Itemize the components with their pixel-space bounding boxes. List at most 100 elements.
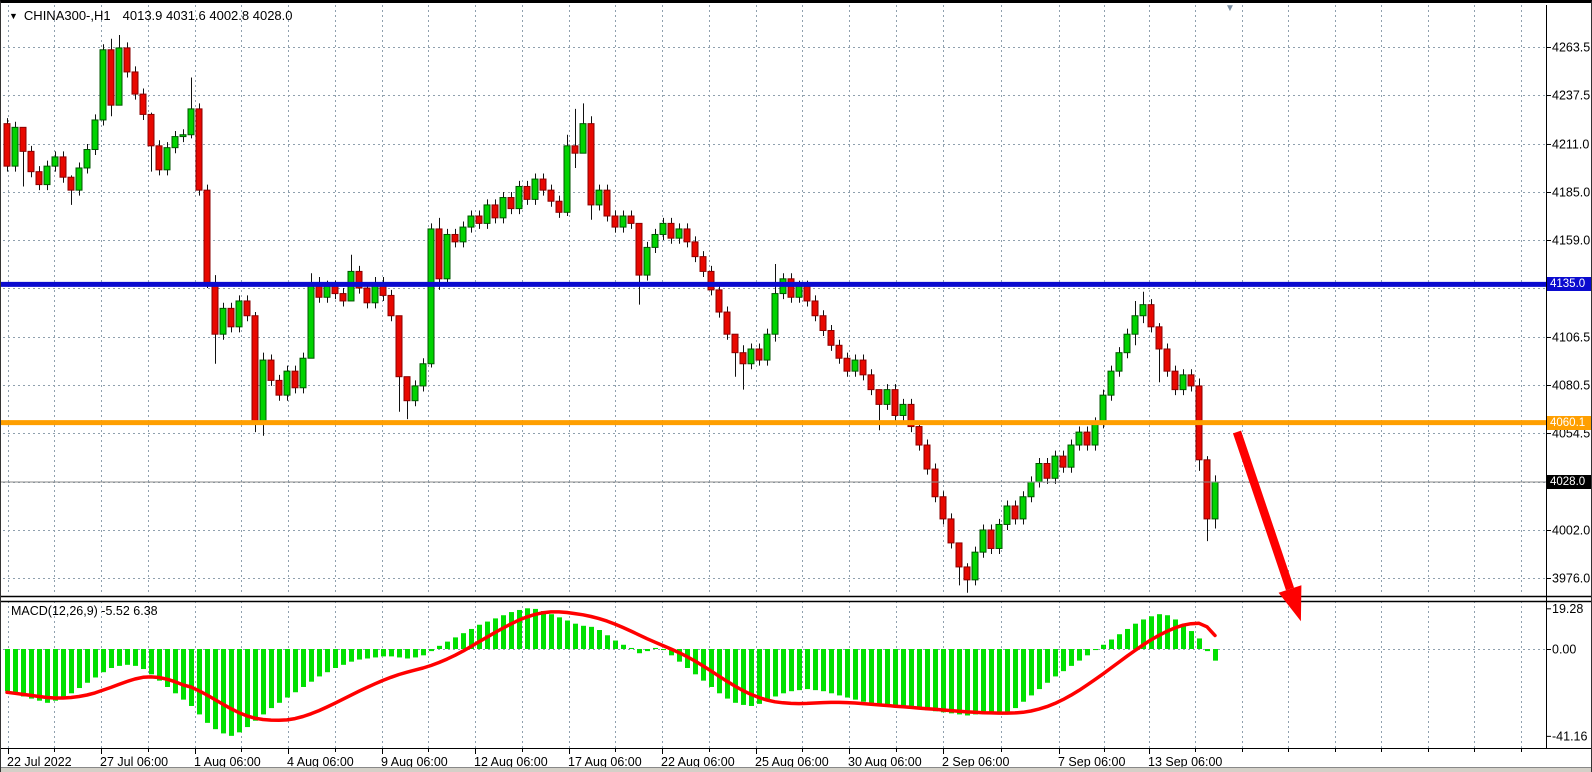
candle: [516, 186, 522, 208]
macd-axis-labels: 19.28 0.00 -41.16: [1546, 602, 1587, 744]
candle: [1100, 395, 1106, 423]
candle: [36, 172, 42, 185]
candle: [476, 216, 482, 223]
candle: [148, 114, 154, 145]
candle: [204, 190, 210, 282]
ohlc-values: 4013.9 4031.6 4002.8 4028.0: [123, 8, 293, 23]
candle: [884, 390, 890, 405]
price-tick-label: 4185.0: [1552, 185, 1590, 199]
candle: [636, 223, 642, 275]
down-arrow-annotation[interactable]: [1237, 432, 1301, 621]
candle: [684, 229, 690, 242]
candle: [740, 353, 746, 364]
candle: [156, 146, 162, 170]
candle: [124, 48, 130, 72]
candle: [1180, 375, 1186, 390]
candle: [548, 190, 554, 201]
candle: [716, 290, 722, 312]
price-tick-label: 4106.5: [1552, 330, 1590, 344]
candle: [484, 205, 490, 223]
price-tag-current: 4028.0: [1547, 475, 1592, 489]
candle: [284, 371, 290, 395]
candle: [532, 179, 538, 199]
candle: [60, 157, 66, 177]
candle: [260, 360, 266, 423]
candle: [1156, 327, 1162, 349]
candle: [612, 216, 618, 227]
mt4-chart-window: 4263.54237.54211.04185.04159.04106.54080…: [0, 0, 1592, 772]
candle: [300, 358, 306, 388]
candle: [12, 127, 18, 166]
candle: [700, 257, 706, 272]
symbol-expander-icon[interactable]: ▼: [9, 11, 18, 21]
candle: [308, 282, 314, 358]
price-axis-labels: 4263.54237.54211.04185.04159.04106.54080…: [1546, 41, 1590, 586]
candle: [772, 294, 778, 335]
candle: [860, 360, 866, 375]
macd-tick-label: -41.16: [1552, 729, 1587, 743]
candle: [1020, 497, 1026, 519]
candle: [164, 148, 170, 170]
candle: [828, 331, 834, 346]
candle: [212, 282, 218, 334]
candle: [804, 286, 810, 301]
candle: [748, 349, 754, 364]
price-tick-label: 3976.0: [1552, 572, 1590, 586]
candle: [132, 72, 138, 94]
candle: [852, 360, 858, 371]
candle: [1172, 371, 1178, 389]
price-tick-label: 4263.5: [1552, 41, 1590, 55]
candle: [468, 216, 474, 227]
candle: [972, 552, 978, 580]
candle: [836, 345, 842, 358]
candle: [252, 316, 258, 423]
candle: [1124, 334, 1130, 352]
candle-bodies: [4, 48, 1218, 580]
candle: [1164, 349, 1170, 371]
candle: [108, 50, 114, 105]
candle: [276, 380, 282, 395]
chart-shift-icon[interactable]: ▼: [1225, 3, 1235, 14]
candle: [916, 427, 922, 445]
candle: [236, 301, 242, 327]
price-tick-label: 4002.0: [1552, 523, 1590, 537]
candle: [540, 179, 546, 190]
candle: [244, 301, 250, 316]
symbol-period-label: CHINA300-,H1: [24, 8, 111, 23]
candle: [1052, 456, 1058, 478]
candle: [660, 223, 666, 234]
candle: [588, 124, 594, 205]
candle: [572, 146, 578, 153]
candle: [1116, 353, 1122, 371]
candle: [892, 390, 898, 416]
candle: [988, 530, 994, 548]
candle: [644, 247, 650, 275]
candle: [436, 229, 442, 279]
candle: [932, 469, 938, 497]
chart-canvas[interactable]: 4263.54237.54211.04185.04159.04106.54080…: [1, 3, 1592, 772]
pane-separators-and-axes: [1, 5, 1592, 749]
candle: [412, 386, 418, 401]
candle: [172, 137, 178, 148]
candle: [340, 294, 346, 301]
candle: [956, 543, 962, 567]
candle: [812, 301, 818, 316]
price-tick-label: 4159.0: [1552, 234, 1590, 248]
candle: [1076, 432, 1082, 445]
candle: [756, 349, 762, 360]
candle: [196, 109, 202, 190]
candle: [620, 216, 626, 227]
candle: [820, 316, 826, 331]
candle: [220, 308, 226, 334]
candle: [580, 124, 586, 154]
candle: [420, 364, 426, 386]
macd-tick-label: 19.28: [1552, 602, 1583, 616]
macd-tick-label: 0.00: [1552, 643, 1576, 657]
candle: [508, 198, 514, 209]
candle: [100, 50, 106, 120]
candle: [84, 150, 90, 168]
bottom-strip: [1, 767, 1592, 772]
candle: [116, 48, 122, 105]
candle: [676, 229, 682, 238]
candle: [844, 358, 850, 371]
